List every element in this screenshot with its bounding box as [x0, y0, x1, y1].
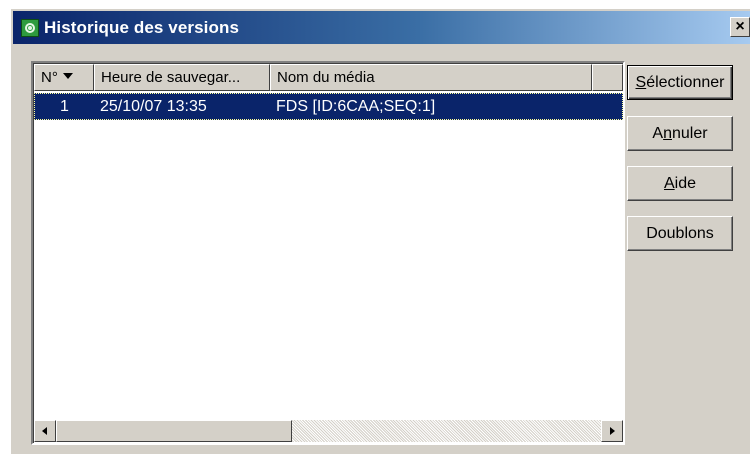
cancel-button-label-end: nuler [672, 125, 708, 142]
scroll-left-button[interactable] [34, 420, 56, 442]
cancel-button-label-start: A [652, 125, 664, 142]
cell-save-time: 25/10/07 13:35 [100, 98, 207, 115]
help-button-mnemonic: A [663, 175, 675, 192]
scrollbar-thumb[interactable] [56, 420, 292, 442]
title-bar[interactable]: Historique des versions × [13, 11, 750, 44]
window-title: Historique des versions [44, 17, 240, 37]
list-header: N° Heure de sauvegar... Nom du média [34, 64, 623, 91]
help-button[interactable]: Aide [627, 166, 733, 201]
select-button-label: électionner [646, 74, 725, 91]
close-button[interactable]: × [730, 17, 750, 37]
versions-list[interactable]: N° Heure de sauvegar... Nom du média 1 2… [31, 61, 625, 445]
table-row[interactable]: 1 25/10/07 13:35 FDS [ID:6CAA;SEQ:1] [34, 93, 623, 120]
cancel-button[interactable]: Annuler [627, 116, 733, 151]
column-header-media-name[interactable]: Nom du média [270, 64, 592, 91]
column-header-number[interactable]: N° [34, 64, 94, 91]
help-button-label: ide [674, 175, 697, 192]
cancel-button-mnemonic: n [663, 125, 672, 142]
column-header-save-time[interactable]: Heure de sauvegar... [94, 64, 270, 91]
duplicates-button[interactable]: Doublons [627, 216, 733, 251]
column-header-save-time-label: Heure de sauvegar... [101, 69, 241, 86]
scrollbar-track[interactable] [292, 420, 601, 442]
app-globe-icon [21, 18, 39, 37]
cell-media-name: FDS [ID:6CAA;SEQ:1] [276, 98, 436, 115]
column-header-filler [592, 64, 623, 91]
select-button-mnemonic: S [635, 74, 647, 91]
sort-descending-icon [62, 73, 73, 80]
column-header-number-label: N° [41, 69, 58, 86]
column-header-media-name-label: Nom du média [277, 69, 375, 86]
select-button[interactable]: Sélectionner [627, 65, 733, 100]
scroll-right-button[interactable] [601, 420, 623, 442]
horizontal-scrollbar[interactable] [34, 420, 623, 442]
version-history-dialog: Historique des versions × N° Heure de sa… [10, 8, 750, 454]
cell-number: 1 [60, 98, 69, 115]
